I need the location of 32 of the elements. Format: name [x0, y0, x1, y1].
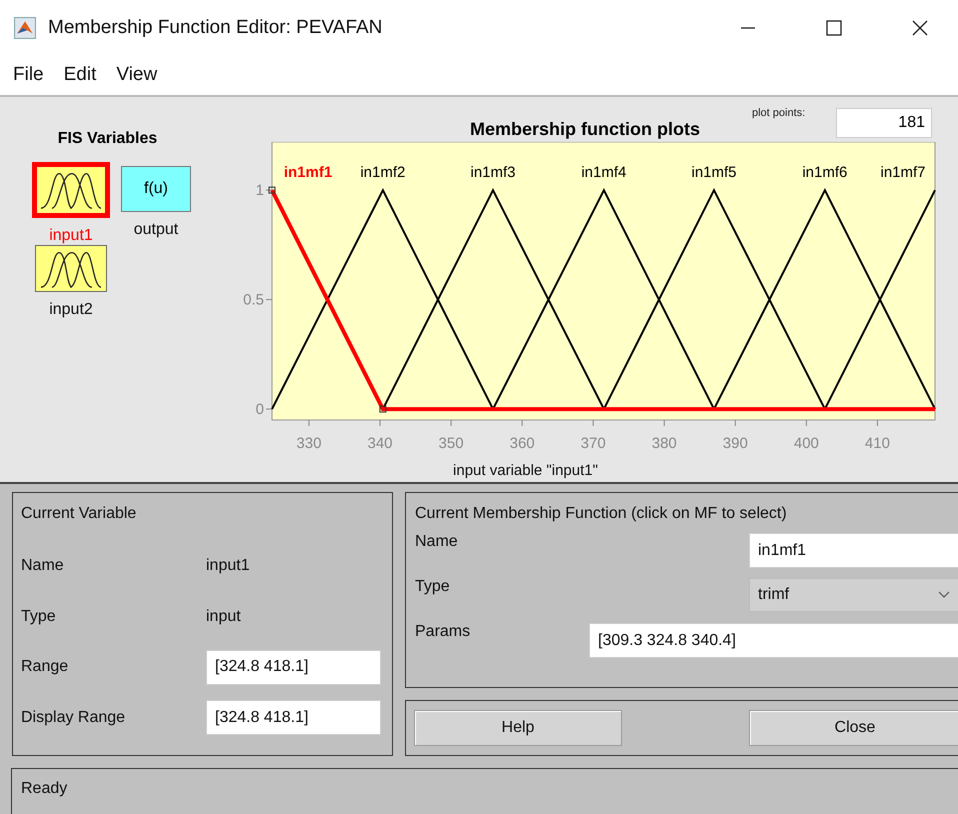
variable-label: input2	[49, 301, 93, 319]
field-label: Name	[415, 533, 459, 551]
x-tick-label: 390	[722, 435, 748, 452]
field-label: Name	[21, 557, 65, 576]
field-label: Params	[415, 623, 472, 641]
panel-title: Current Variable	[21, 505, 138, 523]
y-tick-label: 0	[256, 401, 264, 418]
y-tick-label: 0.5	[243, 292, 264, 309]
x-tick-label: 330	[296, 435, 322, 452]
x-tick-label: 400	[794, 435, 819, 452]
x-tick-label: 410	[864, 435, 890, 452]
y-tick-label: 1	[256, 182, 264, 200]
x-tick-label: 340	[368, 435, 393, 452]
field-label: Type	[21, 608, 57, 626]
x-tick-label: 380	[652, 435, 677, 452]
field-label: Range	[21, 658, 70, 676]
window-title: Membership Function Editor: PEVAFAN	[48, 16, 382, 38]
variable-name: input1	[206, 557, 250, 576]
variable-label: output	[134, 221, 178, 239]
variable-type: input	[206, 608, 241, 626]
x-tick-label: 360	[510, 435, 535, 452]
field-label: Type	[415, 578, 451, 596]
variable-label: input1	[49, 227, 93, 245]
status-text: Ready	[21, 780, 68, 797]
fis-variables-title: FIS Variables	[56, 130, 158, 148]
plot-title: Membership function plots	[470, 119, 700, 140]
field-label: Display Range	[21, 708, 126, 727]
x-tick-label: 370	[580, 435, 606, 452]
x-axis-label: input variable "input1"	[453, 462, 598, 479]
plot-points-label: plot points:	[752, 107, 806, 119]
x-tick-label: 350	[438, 435, 464, 452]
panel-title: Current Membership Function (click on MF to select)	[415, 505, 788, 523]
